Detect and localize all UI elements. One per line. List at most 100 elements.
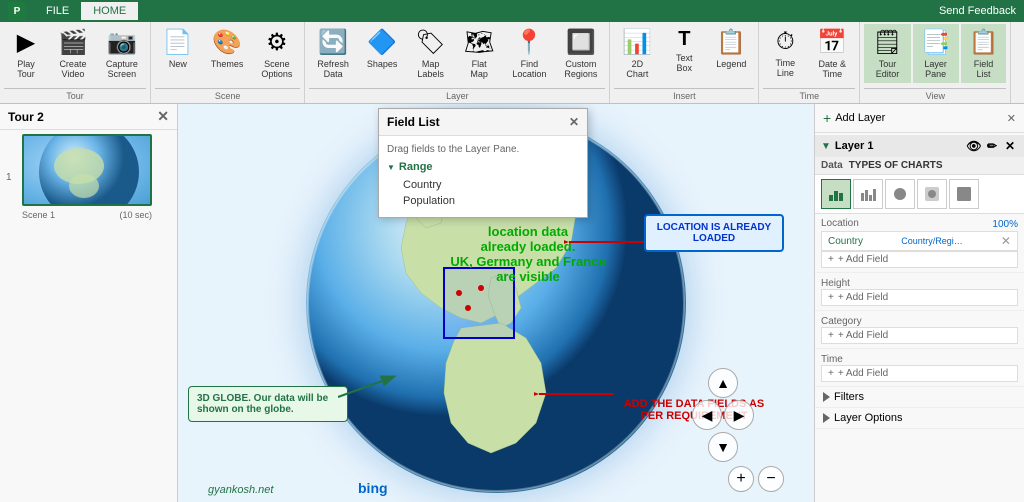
chart-type-region[interactable] bbox=[949, 179, 979, 209]
create-video-button[interactable]: 🎬 CreateVideo bbox=[50, 24, 96, 83]
nav-right-button[interactable]: ▶ bbox=[724, 400, 754, 430]
scene-thumbnail[interactable] bbox=[22, 134, 152, 206]
map-labels-icon: 🏷 bbox=[415, 28, 445, 57]
refresh-icon: 🔄 bbox=[318, 28, 348, 57]
time-line-button[interactable]: ⏱ TimeLine bbox=[763, 24, 807, 82]
thumbnail-map bbox=[24, 136, 150, 204]
ribbon-group-tour: ▶ PlayTour 🎬 CreateVideo 📷 CaptureScreen… bbox=[0, 22, 151, 103]
location-pct: 100% bbox=[992, 219, 1018, 230]
new-icon: 📄 bbox=[163, 28, 193, 57]
shapes-icon: 🔷 bbox=[367, 28, 397, 57]
time-label: Time bbox=[821, 354, 843, 365]
field-list-popup: Field List ✕ Drag fields to the Layer Pa… bbox=[378, 108, 588, 218]
send-feedback[interactable]: Send Feedback bbox=[939, 5, 1016, 17]
2d-chart-button[interactable]: 📊 2DChart bbox=[614, 24, 660, 83]
refresh-data-button[interactable]: 🔄 RefreshData bbox=[309, 24, 357, 83]
view-group-label: View bbox=[864, 88, 1006, 103]
new-scene-button[interactable]: 📄 New bbox=[155, 24, 201, 73]
add-layer-label[interactable]: Add Layer bbox=[835, 112, 885, 124]
filters-row[interactable]: Filters bbox=[815, 387, 1024, 408]
nav-up-button[interactable]: ▲ bbox=[708, 368, 738, 398]
date-time-button[interactable]: 📅 Date &Time bbox=[809, 24, 855, 83]
right-panel: + Add Layer ✕ ▼ Layer 1 👁 ✏ ✕ Data TYPES… bbox=[814, 104, 1024, 502]
tour-close-button[interactable]: ✕ bbox=[157, 108, 169, 125]
right-panel-close-button[interactable]: ✕ bbox=[1007, 112, 1016, 125]
time-section: Time + + Add Field bbox=[815, 349, 1024, 387]
play-icon: ▶ bbox=[17, 28, 35, 57]
zoom-out-button[interactable]: − bbox=[758, 466, 784, 492]
chart-types-row bbox=[815, 175, 1024, 214]
ribbon-spacer bbox=[1011, 22, 1024, 103]
date-time-icon: 📅 bbox=[817, 28, 847, 57]
custom-regions-button[interactable]: 🔲 CustomRegions bbox=[556, 24, 605, 83]
height-add-field[interactable]: + + Add Field bbox=[821, 289, 1018, 306]
location-field-delete[interactable]: ✕ bbox=[1001, 234, 1011, 248]
add-location-plus: + bbox=[828, 254, 834, 265]
location-field-row: Country Country/Regi… ✕ bbox=[821, 231, 1018, 251]
tour-panel-header: Tour 2 ✕ bbox=[0, 104, 177, 130]
app-icon: P bbox=[8, 2, 26, 20]
title-bar: P FILE HOME Send Feedback bbox=[0, 0, 1024, 22]
map-labels-button[interactable]: 🏷 MapLabels bbox=[407, 24, 453, 83]
layer-pane-button[interactable]: 📑 LayerPane bbox=[913, 24, 959, 83]
category-label: Category bbox=[821, 316, 862, 327]
location-loaded-callout: LOCATION IS ALREADY LOADED bbox=[644, 214, 784, 252]
find-location-button[interactable]: 📍 FindLocation bbox=[504, 24, 554, 83]
time-add-field[interactable]: + + Add Field bbox=[821, 365, 1018, 382]
filters-expand-icon bbox=[823, 392, 830, 402]
flat-map-icon: 🗺 bbox=[464, 28, 494, 57]
layer-name: Layer 1 bbox=[835, 140, 874, 152]
tab-file[interactable]: FILE bbox=[34, 2, 81, 20]
field-list-close-button[interactable]: ✕ bbox=[569, 115, 579, 129]
location-loaded-text: location data already loaded. UK, German… bbox=[428, 224, 628, 284]
tab-home[interactable]: HOME bbox=[81, 2, 138, 20]
chart-type-clustered[interactable] bbox=[853, 179, 883, 209]
play-tour-button[interactable]: ▶ PlayTour bbox=[4, 24, 48, 83]
legend-button[interactable]: 📋 Legend bbox=[708, 24, 754, 73]
layer-visible-button[interactable]: 👁 bbox=[966, 138, 982, 154]
field-list-hint: Drag fields to the Layer Pane. bbox=[387, 144, 579, 155]
tour-editor-button[interactable]: 🗒 TourEditor bbox=[864, 24, 910, 83]
scene-options-button[interactable]: ⚙ SceneOptions bbox=[253, 24, 300, 83]
scene-label: Scene 1 bbox=[22, 210, 55, 220]
field-country[interactable]: Country bbox=[387, 177, 579, 193]
category-section: Category + + Add Field bbox=[815, 311, 1024, 349]
shapes-button[interactable]: 🔷 Shapes bbox=[359, 24, 406, 73]
layer-header: ▼ Layer 1 👁 ✏ ✕ bbox=[815, 135, 1024, 157]
field-population[interactable]: Population bbox=[387, 193, 579, 209]
layer-edit-button[interactable]: ✏ bbox=[984, 138, 1000, 154]
bing-logo: bing bbox=[358, 480, 388, 496]
themes-button[interactable]: 🎨 Themes bbox=[203, 24, 252, 73]
layer-delete-button[interactable]: ✕ bbox=[1002, 138, 1018, 154]
category-add-field[interactable]: + + Add Field bbox=[821, 327, 1018, 344]
nav-left-button[interactable]: ◀ bbox=[692, 400, 722, 430]
field-list-button[interactable]: 📋 FieldList bbox=[961, 24, 1007, 83]
tour-scene-item[interactable]: 1 bbox=[0, 130, 177, 224]
location-label: Location bbox=[821, 218, 859, 229]
flat-map-button[interactable]: 🗺 FlatMap bbox=[456, 24, 502, 83]
layer-pane-icon: 📑 bbox=[921, 28, 951, 57]
ribbon-group-time: ⏱ TimeLine 📅 Date &Time Time bbox=[759, 22, 860, 103]
layer-section: ▼ Layer 1 👁 ✏ ✕ Data TYPES OF CHARTS bbox=[815, 135, 1024, 429]
title-bar-left: P FILE HOME bbox=[8, 2, 138, 20]
range-header: ▼ Range bbox=[387, 161, 579, 173]
chart-type-heat[interactable] bbox=[917, 179, 947, 209]
scene-options-icon: ⚙ bbox=[266, 28, 288, 57]
ribbon: ▶ PlayTour 🎬 CreateVideo 📷 CaptureScreen… bbox=[0, 22, 1024, 104]
layer-options-label: Layer Options bbox=[834, 412, 902, 424]
location-field-type: Country/Regi… bbox=[901, 236, 963, 246]
legend-icon: 📋 bbox=[716, 28, 746, 57]
video-icon: 🎬 bbox=[58, 28, 88, 57]
nav-down-button[interactable]: ▼ bbox=[708, 432, 738, 462]
layer-icons: 👁 ✏ ✕ bbox=[966, 138, 1018, 154]
zoom-in-button[interactable]: + bbox=[728, 466, 754, 492]
capture-screen-button[interactable]: 📷 CaptureScreen bbox=[98, 24, 146, 83]
chart-type-stacked[interactable] bbox=[821, 179, 851, 209]
location-add-field[interactable]: + + Add Field bbox=[821, 251, 1018, 268]
layer-options-row[interactable]: Layer Options bbox=[815, 408, 1024, 429]
layer-group-label: Layer bbox=[309, 88, 605, 103]
chart-icon: 📊 bbox=[622, 28, 652, 57]
chart-type-bubble[interactable] bbox=[885, 179, 915, 209]
text-box-button[interactable]: T TextBox bbox=[662, 24, 706, 77]
data-types-header: Data TYPES OF CHARTS bbox=[815, 157, 1024, 175]
